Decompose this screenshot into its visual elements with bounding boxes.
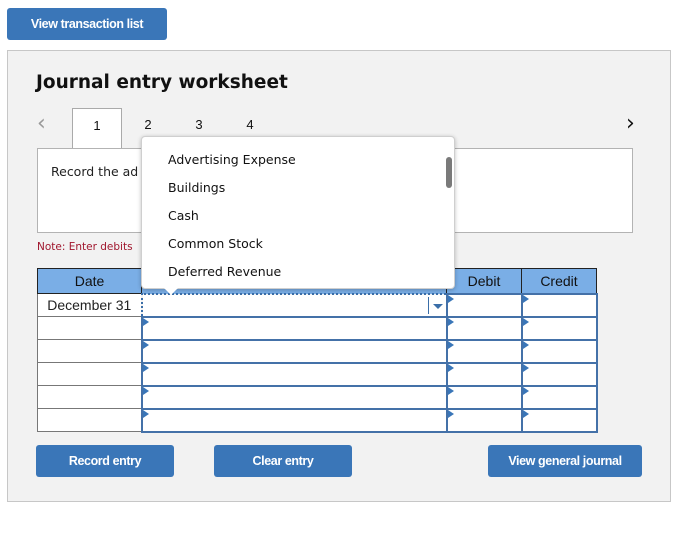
instruction-text: Record the ad (51, 164, 139, 179)
cell-marker-icon (142, 386, 149, 395)
cell-marker-icon (447, 294, 454, 303)
header-credit: Credit (521, 268, 597, 294)
account-select[interactable] (140, 361, 448, 387)
credit-input[interactable] (520, 384, 598, 410)
date-cell[interactable] (37, 385, 142, 409)
cell-marker-icon (522, 409, 529, 418)
worksheet-title: Journal entry worksheet (36, 72, 288, 93)
cell-marker-icon (142, 409, 149, 418)
date-cell[interactable] (37, 339, 142, 363)
cell-marker-icon (142, 363, 149, 372)
note-text: Note: Enter debits (37, 241, 133, 253)
table-row (37, 338, 598, 364)
cell-marker-icon (447, 340, 454, 349)
header-debit: Debit (446, 268, 522, 294)
cell-marker-icon (522, 340, 529, 349)
dropdown-option[interactable]: Cash (168, 208, 199, 223)
cell-marker-icon (447, 409, 454, 418)
cell-marker-icon (447, 386, 454, 395)
record-entry-button[interactable]: Record entry (36, 445, 174, 477)
account-select[interactable] (140, 338, 448, 364)
cell-marker-icon (142, 340, 149, 349)
date-cell[interactable] (37, 362, 142, 386)
debit-input[interactable] (445, 407, 523, 433)
cell-marker-icon (447, 317, 454, 326)
account-select[interactable] (140, 292, 448, 318)
table-row (37, 315, 598, 341)
debit-input[interactable] (445, 338, 523, 364)
credit-input[interactable] (520, 361, 598, 387)
cell-marker-icon (522, 317, 529, 326)
cell-marker-icon (522, 363, 529, 372)
dropdown-option[interactable]: Advertising Expense (168, 152, 296, 167)
credit-input[interactable] (520, 407, 598, 433)
cell-marker-icon (142, 317, 149, 326)
view-general-journal-button[interactable]: View general journal (488, 445, 642, 477)
chevron-down-icon[interactable] (427, 296, 446, 314)
chevron-left-icon[interactable]: ‹ (37, 111, 46, 136)
chevron-right-icon[interactable]: › (626, 111, 635, 136)
debit-input[interactable] (445, 292, 523, 318)
dropdown-option[interactable]: Buildings (168, 180, 225, 195)
debit-input[interactable] (445, 384, 523, 410)
debit-input[interactable] (445, 361, 523, 387)
table-row (37, 384, 598, 410)
credit-input[interactable] (520, 338, 598, 364)
account-select[interactable] (140, 384, 448, 410)
credit-input[interactable] (520, 292, 598, 318)
tab-1[interactable]: 1 (72, 108, 122, 150)
cell-marker-icon (447, 363, 454, 372)
debit-input[interactable] (445, 315, 523, 341)
date-cell[interactable] (37, 316, 142, 340)
clear-entry-button[interactable]: Clear entry (214, 445, 352, 477)
dropdown-scrollbar[interactable] (446, 157, 452, 188)
table-row (37, 407, 598, 433)
header-date: Date (37, 268, 142, 294)
dropdown-option[interactable]: Common Stock (168, 236, 263, 251)
view-transaction-list-button[interactable]: View transaction list (7, 8, 167, 40)
account-dropdown-menu: Advertising Expense Buildings Cash Commo… (141, 136, 455, 295)
table-row (37, 361, 598, 387)
table-row: December 31 (37, 292, 598, 318)
credit-input[interactable] (520, 315, 598, 341)
account-select[interactable] (140, 407, 448, 433)
date-cell[interactable]: December 31 (37, 293, 142, 317)
cell-marker-icon (522, 386, 529, 395)
dropdown-option[interactable]: Deferred Revenue (168, 264, 281, 279)
cell-marker-icon (522, 294, 529, 303)
account-select[interactable] (140, 315, 448, 341)
journal-table: Date General Journal Debit Credit Decemb… (37, 268, 598, 433)
date-cell[interactable] (37, 408, 142, 432)
